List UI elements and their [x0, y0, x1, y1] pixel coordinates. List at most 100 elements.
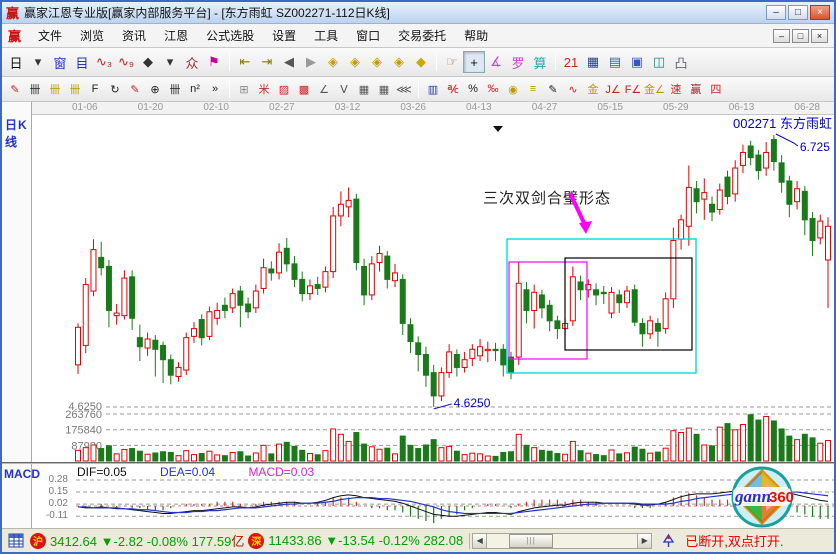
- crowd-icon[interactable]: 众: [181, 51, 203, 73]
- golden-section-icon[interactable]: 金: [583, 80, 603, 99]
- menu-item-8[interactable]: 交易委托: [389, 24, 455, 47]
- notepad-icon[interactable]: ▤: [604, 51, 626, 73]
- shenzhen-index-icon[interactable]: 深: [248, 533, 264, 549]
- golden-angle-icon[interactable]: 金∠: [643, 80, 666, 99]
- menu-item-4[interactable]: 公式选股: [197, 24, 263, 47]
- close-button[interactable]: ×: [810, 5, 830, 20]
- mdi-close-button[interactable]: ×: [811, 29, 828, 43]
- win-tool-icon[interactable]: 赢: [686, 80, 706, 99]
- kline-period-icon[interactable]: 日: [5, 51, 27, 73]
- minimize-button[interactable]: –: [766, 5, 786, 20]
- hand-drag-icon[interactable]: ☞: [441, 51, 463, 73]
- last-bar-icon[interactable]: ⇥: [256, 51, 278, 73]
- shanghai-index-icon[interactable]: 沪: [30, 533, 46, 549]
- angle-pencil-icon[interactable]: ✎: [125, 80, 145, 99]
- window-title: 赢家江恩专业版[赢家内部服务平台] - [东方雨虹 SZ002271-112日K…: [24, 4, 766, 21]
- menu-item-0[interactable]: 文件: [29, 24, 71, 47]
- fibonacci-grid-icon[interactable]: F: [85, 80, 105, 99]
- period-dropdown-icon[interactable]: ▾: [27, 51, 49, 73]
- pencil-tool-icon[interactable]: ✎: [5, 80, 25, 99]
- macd-scale-label: 0.02: [49, 498, 68, 509]
- candlestick-chart[interactable]: 4.625026376017584087920三次双剑合璧形态002271 东方…: [32, 115, 834, 462]
- more-tools-icon[interactable]: »: [205, 80, 225, 99]
- menu-item-9[interactable]: 帮助: [455, 24, 497, 47]
- scroll-right-arrow-icon[interactable]: ▶: [637, 533, 652, 549]
- golden-hline-icon[interactable]: ≡: [523, 80, 543, 99]
- gann-horizontal-icon[interactable]: ◈: [366, 51, 388, 73]
- menu-item-7[interactable]: 窗口: [347, 24, 389, 47]
- drawing-toolbar: ✎卌卌卌F↻✎⊕卌n²»⊞米▨▩∠Ⅴ▦▦⋘▥℀%‰◉≡✎∿金J∠F∠金∠速赢四: [2, 77, 834, 102]
- scrollbar-thumb[interactable]: |||: [509, 534, 553, 548]
- menu-item-1[interactable]: 浏览: [71, 24, 113, 47]
- gann360-logo: gann 360: [730, 466, 794, 528]
- logo-360-text: 360: [769, 489, 794, 506]
- menu-item-5[interactable]: 设置: [263, 24, 305, 47]
- fan-lines-icon[interactable]: 米: [254, 80, 274, 99]
- f10-info-icon[interactable]: 目: [71, 51, 93, 73]
- chart-scrollbar[interactable]: ◀ ||| ▶: [469, 533, 652, 549]
- j-angle-icon[interactable]: J∠: [603, 80, 623, 99]
- scroll-left-arrow-icon[interactable]: ◀: [472, 533, 487, 549]
- golden-circle-icon[interactable]: ◉: [503, 80, 523, 99]
- net-save-icon[interactable]: ◫: [648, 51, 670, 73]
- prev-stock-icon[interactable]: ◀: [278, 51, 300, 73]
- multi-window-icon[interactable]: 窗: [49, 51, 71, 73]
- dark-grid-icon[interactable]: ▦: [354, 80, 374, 99]
- macd-panel: MACD DIF=0.05 DEA=0.04 MACD=0.03 0.280.1…: [2, 462, 834, 528]
- menu-item-3[interactable]: 江恩: [155, 24, 197, 47]
- gann-box-icon[interactable]: ▨: [274, 80, 294, 99]
- menu-item-2[interactable]: 资讯: [113, 24, 155, 47]
- quarter-line-icon[interactable]: 四: [706, 80, 726, 99]
- box-grid-icon[interactable]: ⊞: [234, 80, 254, 99]
- macd-value: MACD=0.03: [248, 465, 314, 479]
- connection-status-text[interactable]: 已断开,双点打开.: [685, 531, 783, 550]
- print-icon[interactable]: 凸: [670, 51, 692, 73]
- n-square-icon[interactable]: n²: [185, 80, 205, 99]
- golden-grid-icon[interactable]: 卌: [45, 80, 65, 99]
- dark-grid2-icon[interactable]: ▦: [374, 80, 394, 99]
- menu-item-6[interactable]: 工具: [305, 24, 347, 47]
- wave-av-icon[interactable]: ∿: [563, 80, 583, 99]
- calculator-icon[interactable]: ▦: [582, 51, 604, 73]
- date-tick: 06-28: [794, 102, 820, 114]
- parallel-lines-icon[interactable]: ⋘: [394, 80, 414, 99]
- crosshair-icon[interactable]: +: [463, 51, 485, 73]
- wave-9-icon[interactable]: ∿₉: [115, 51, 137, 73]
- quote-table-icon[interactable]: [8, 533, 24, 548]
- spiral-tool-icon[interactable]: ↻: [105, 80, 125, 99]
- percent-retrace-icon[interactable]: ℀: [443, 80, 463, 99]
- angle-lines-icon[interactable]: ∠: [314, 80, 334, 99]
- wave-3-icon[interactable]: ∿₃: [93, 51, 115, 73]
- angle-measure-icon[interactable]: ∡: [485, 51, 507, 73]
- gann-net-icon[interactable]: ▩: [294, 80, 314, 99]
- flag-histogram-icon[interactable]: ⚑: [203, 51, 225, 73]
- gann-grid-icon[interactable]: 卌: [25, 80, 45, 99]
- smart-calc-icon[interactable]: 算: [529, 51, 551, 73]
- candle-dropdown-icon[interactable]: ▾: [159, 51, 181, 73]
- scrollbar-track[interactable]: |||: [487, 533, 637, 549]
- golden-grid2-icon[interactable]: 卌: [65, 80, 85, 99]
- first-bar-icon[interactable]: ⇤: [234, 51, 256, 73]
- candle-style-icon[interactable]: ◆: [137, 51, 159, 73]
- f-angle-icon[interactable]: F∠: [623, 80, 643, 99]
- next-stock-icon[interactable]: ▶: [300, 51, 322, 73]
- speed-line-icon[interactable]: 速: [666, 80, 686, 99]
- mdi-minimize-button[interactable]: –: [773, 29, 790, 43]
- golden-percent-icon[interactable]: ‰: [483, 80, 503, 99]
- percent-icon[interactable]: %: [463, 80, 483, 99]
- save-icon[interactable]: ▣: [626, 51, 648, 73]
- gann-square-icon[interactable]: 罗: [507, 51, 529, 73]
- calendar-icon[interactable]: 21: [560, 51, 582, 73]
- gann-left-icon[interactable]: ◈: [322, 51, 344, 73]
- trend-pencil-icon[interactable]: ✎: [543, 80, 563, 99]
- v-lines-icon[interactable]: Ⅴ: [334, 80, 354, 99]
- gann-compress-icon[interactable]: ◈: [388, 51, 410, 73]
- count-grid-icon[interactable]: 卌: [165, 80, 185, 99]
- stat-bars-icon[interactable]: ▥: [423, 80, 443, 99]
- date-tick: 03-12: [335, 102, 361, 114]
- gann-right-icon[interactable]: ◈: [344, 51, 366, 73]
- gann-expand-icon[interactable]: ◆: [410, 51, 432, 73]
- time-cycle-icon[interactable]: ⊕: [145, 80, 165, 99]
- maximize-button[interactable]: □: [788, 5, 808, 20]
- mdi-restore-button[interactable]: □: [792, 29, 809, 43]
